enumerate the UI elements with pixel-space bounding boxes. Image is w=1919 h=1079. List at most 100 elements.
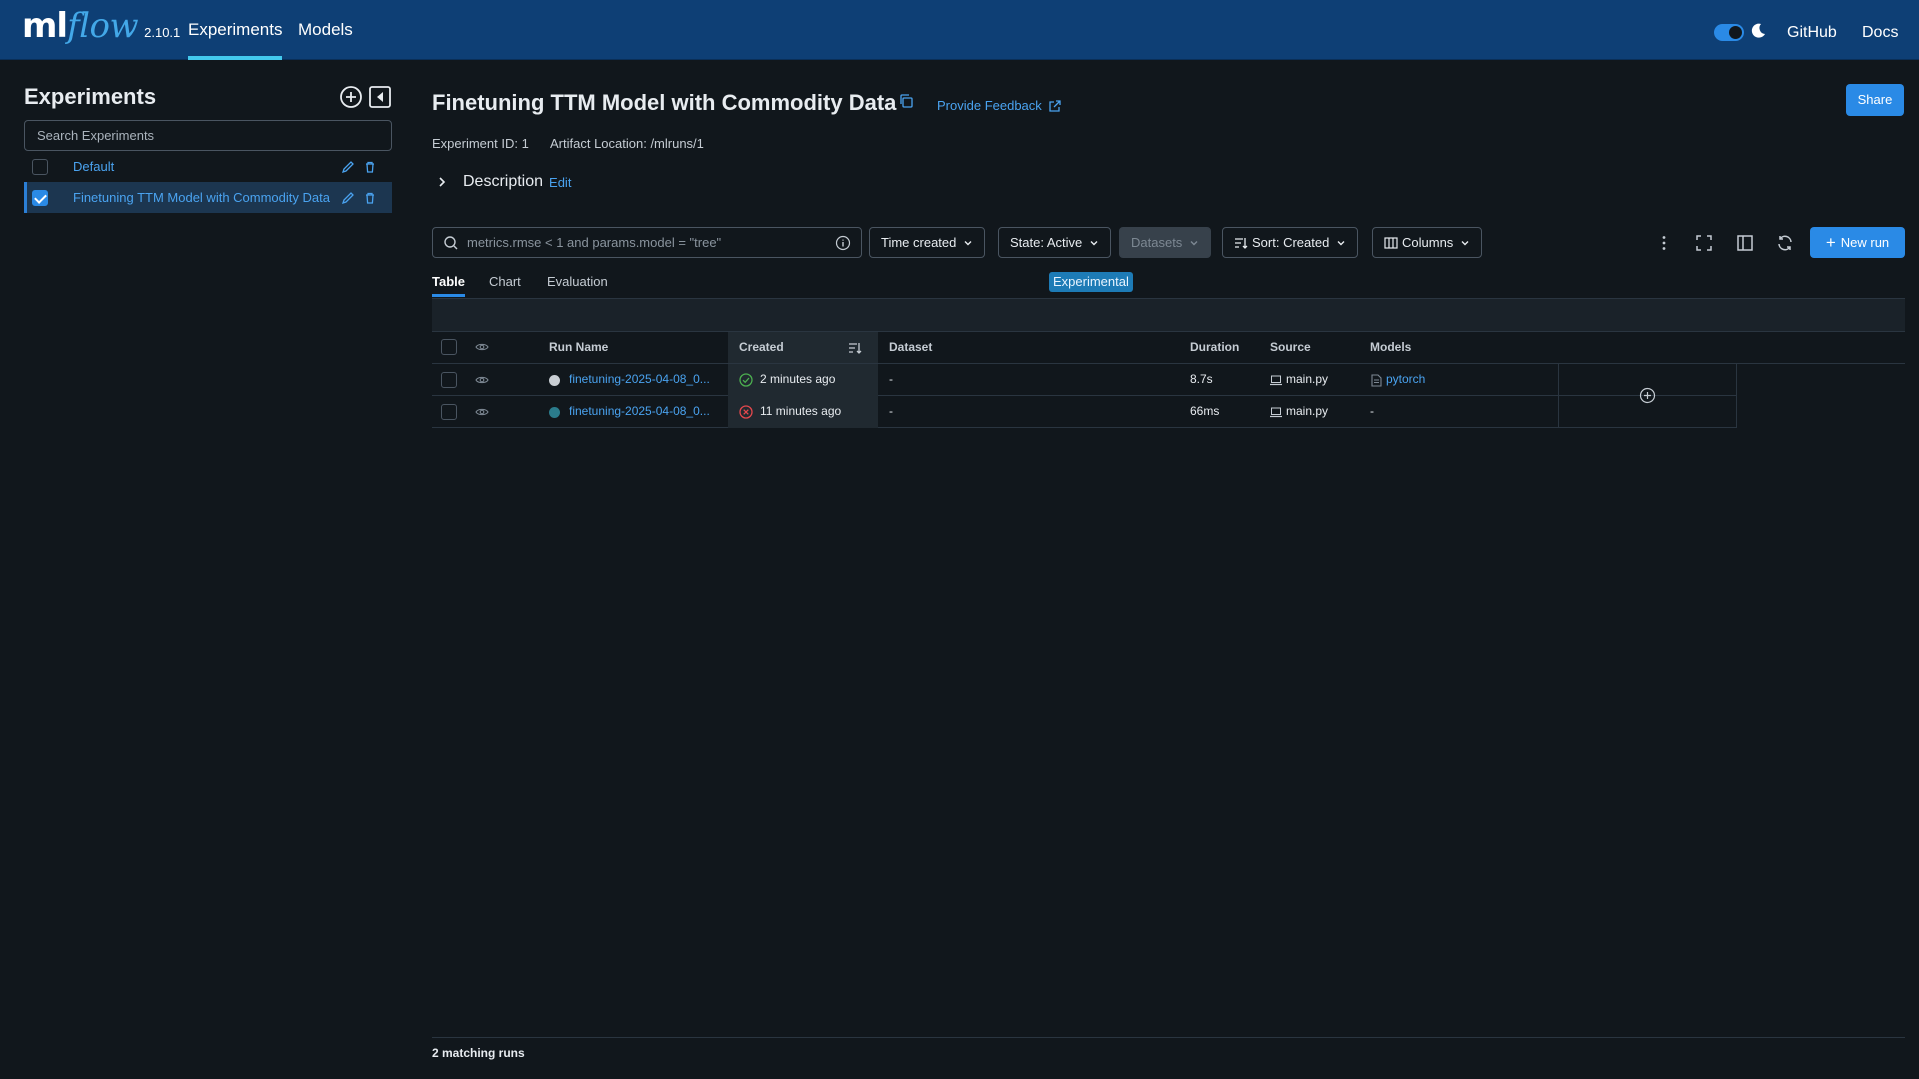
top-navigation-bar: ml flow 2.10.1 Experiments Models GitHub… xyxy=(0,0,1919,60)
created-time: 11 minutes ago xyxy=(760,404,842,418)
nav-tab-experiments[interactable]: Experiments xyxy=(188,0,283,60)
state-label: State: Active xyxy=(1010,235,1083,250)
sort-icon xyxy=(1235,237,1248,249)
fullscreen-icon[interactable] xyxy=(1695,234,1713,252)
run-filter-search[interactable] xyxy=(432,227,862,258)
row-checkbox[interactable] xyxy=(441,404,457,420)
duration-cell: 66ms xyxy=(1190,404,1220,418)
kebab-menu-icon[interactable] xyxy=(1655,234,1673,252)
sort-dropdown[interactable]: Sort: Created xyxy=(1222,227,1359,258)
time-created-dropdown[interactable]: Time created xyxy=(869,227,986,258)
experiment-main-panel: Finetuning TTM Model with Commodity Data… xyxy=(432,60,1905,1079)
description-label[interactable]: Description xyxy=(463,173,543,191)
datasets-dropdown[interactable]: Datasets xyxy=(1119,227,1212,258)
header-run-name[interactable]: Run Name xyxy=(549,332,608,363)
row-checkbox[interactable] xyxy=(441,372,457,388)
laptop-icon xyxy=(1270,375,1282,386)
tab-table[interactable]: Table xyxy=(432,274,465,300)
add-experiment-icon[interactable] xyxy=(339,85,363,109)
edit-icon[interactable] xyxy=(341,160,355,174)
columns-label: Columns xyxy=(1402,235,1454,250)
table-row[interactable]: finetuning-2025-04-08_0... 2 minutes ago… xyxy=(432,364,1736,396)
model-link[interactable]: pytorch xyxy=(1386,364,1425,395)
check-circle-icon xyxy=(739,373,753,387)
run-color-dot[interactable] xyxy=(549,375,560,386)
sidebar-item-label[interactable]: Default xyxy=(73,159,333,174)
edit-icon[interactable] xyxy=(341,191,355,205)
new-run-button[interactable]: + New run xyxy=(1810,227,1905,258)
docs-link[interactable]: Docs xyxy=(1862,0,1898,60)
header-models[interactable]: Models xyxy=(1370,332,1411,363)
chevron-down-icon xyxy=(1090,240,1098,245)
laptop-icon xyxy=(1270,407,1282,418)
experiment-checkbox[interactable] xyxy=(32,189,48,206)
eye-icon[interactable] xyxy=(475,340,489,354)
plus-icon: + xyxy=(1825,233,1836,252)
tab-chart[interactable]: Chart xyxy=(489,274,521,300)
header-source[interactable]: Source xyxy=(1270,332,1311,363)
run-filter-input[interactable] xyxy=(467,235,835,250)
collapse-sidebar-icon[interactable] xyxy=(368,85,392,109)
new-run-label: New run xyxy=(1840,235,1890,250)
share-button[interactable]: Share xyxy=(1846,84,1904,116)
refresh-icon[interactable] xyxy=(1776,234,1794,252)
model-cell: - xyxy=(1370,404,1374,418)
experimental-badge: Experimental xyxy=(1049,272,1133,292)
sidebar-item-default[interactable]: Default xyxy=(24,151,392,182)
time-created-label: Time created xyxy=(881,235,957,250)
sidebar-item-label[interactable]: Finetuning TTM Model with Commodity Data xyxy=(73,190,333,205)
state-dropdown[interactable]: State: Active xyxy=(998,227,1112,258)
chevron-right-icon[interactable] xyxy=(435,175,449,189)
chevron-down-icon xyxy=(1337,240,1345,245)
nav-tab-models[interactable]: Models xyxy=(298,0,353,60)
chevron-down-icon xyxy=(1461,240,1469,245)
experiment-id: Experiment ID: 1 xyxy=(432,136,529,151)
chevron-down-icon xyxy=(1190,240,1198,245)
dataset-cell: - xyxy=(889,404,893,418)
source-cell[interactable]: main.py xyxy=(1286,396,1328,427)
eye-icon[interactable] xyxy=(475,405,489,419)
table-header-row: Run Name Created Dataset Duration Source… xyxy=(432,331,1905,364)
sidebar-title: Experiments xyxy=(24,84,157,109)
header-dataset[interactable]: Dataset xyxy=(889,332,932,363)
info-icon[interactable] xyxy=(835,235,851,251)
eye-icon[interactable] xyxy=(475,373,489,387)
dark-mode-toggle[interactable] xyxy=(1714,24,1744,41)
header-created[interactable]: Created xyxy=(728,332,878,363)
select-all-checkbox[interactable] xyxy=(441,339,457,355)
github-link[interactable]: GitHub xyxy=(1787,0,1837,60)
sidebar-item-finetuning[interactable]: Finetuning TTM Model with Commodity Data xyxy=(24,182,392,213)
artifact-location: Artifact Location: /mlruns/1 xyxy=(550,136,704,151)
copy-icon[interactable] xyxy=(898,93,914,109)
add-column-icon[interactable] xyxy=(1639,387,1656,404)
experiment-checkbox[interactable] xyxy=(32,158,48,175)
source-cell[interactable]: main.py xyxy=(1286,364,1328,395)
run-name-link[interactable]: finetuning-2025-04-08_0... xyxy=(569,364,710,395)
run-name-link[interactable]: finetuning-2025-04-08_0... xyxy=(569,396,710,427)
table-group-header xyxy=(432,299,1905,331)
columns-dropdown[interactable]: Columns xyxy=(1372,227,1483,258)
table-row[interactable]: finetuning-2025-04-08_0... 11 minutes ag… xyxy=(432,396,1736,428)
sort-label: Sort: Created xyxy=(1252,235,1330,250)
search-experiments-input[interactable] xyxy=(24,120,392,151)
side-panel-icon[interactable] xyxy=(1736,234,1754,252)
datasets-label: Datasets xyxy=(1131,235,1183,250)
run-color-dot[interactable] xyxy=(549,407,560,418)
mlflow-logo[interactable]: ml flow 2.10.1 xyxy=(22,6,180,52)
provide-feedback-link[interactable]: Provide Feedback xyxy=(937,98,1062,113)
trash-icon[interactable] xyxy=(363,160,377,174)
description-row: Description Edit xyxy=(432,170,571,194)
error-circle-icon xyxy=(739,405,753,419)
header-created-label: Created xyxy=(739,340,784,354)
trash-icon[interactable] xyxy=(363,191,377,205)
external-link-icon xyxy=(1049,99,1061,112)
dataset-cell: - xyxy=(889,372,893,386)
sort-desc-icon[interactable] xyxy=(848,341,862,355)
header-duration[interactable]: Duration xyxy=(1190,332,1239,363)
version-label: 2.10.1 xyxy=(144,25,181,40)
tab-evaluation[interactable]: Evaluation xyxy=(547,274,608,300)
description-edit-link[interactable]: Edit xyxy=(549,175,571,190)
created-cell: 2 minutes ago xyxy=(728,364,878,396)
logo-flow-text: flow xyxy=(67,6,139,46)
logo-ml-text: ml xyxy=(22,6,68,46)
